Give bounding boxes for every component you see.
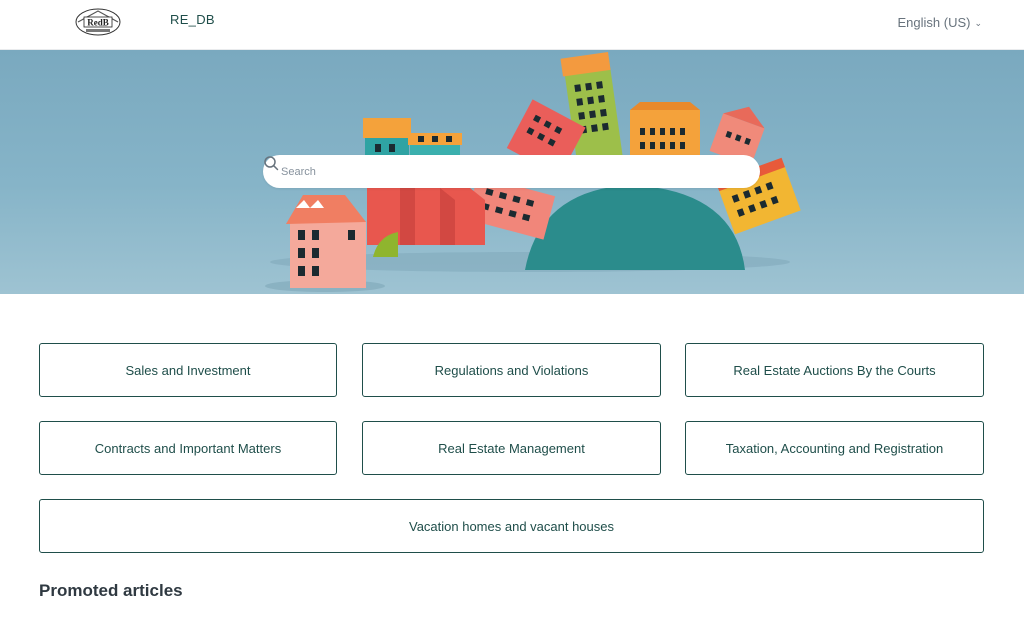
top-header: RedB RE_DB English (US) ⌄	[0, 0, 1024, 50]
logo[interactable]: RedB	[74, 6, 122, 38]
brand-name[interactable]: RE_DB	[170, 12, 215, 27]
category-real-estate-auctions[interactable]: Real Estate Auctions By the Courts	[685, 343, 984, 397]
category-sales-and-investment[interactable]: Sales and Investment	[39, 343, 337, 397]
search-bar[interactable]	[263, 155, 760, 188]
search-icon	[264, 156, 279, 171]
chevron-down-icon: ⌄	[974, 17, 982, 28]
promoted-articles-heading: Promoted articles	[39, 581, 183, 600]
category-vacation-homes[interactable]: Vacation homes and vacant houses	[39, 499, 984, 553]
logo-text: RedB	[87, 18, 109, 28]
category-regulations-and-violations[interactable]: Regulations and Violations	[362, 343, 661, 397]
category-contracts[interactable]: Contracts and Important Matters	[39, 421, 337, 475]
category-taxation[interactable]: Taxation, Accounting and Registration	[685, 421, 984, 475]
search-input[interactable]	[281, 165, 721, 178]
language-selector[interactable]: English (US) ⌄	[897, 15, 982, 30]
language-label: English (US)	[897, 15, 971, 30]
hero-banner	[0, 50, 1024, 294]
category-real-estate-management[interactable]: Real Estate Management	[362, 421, 661, 475]
